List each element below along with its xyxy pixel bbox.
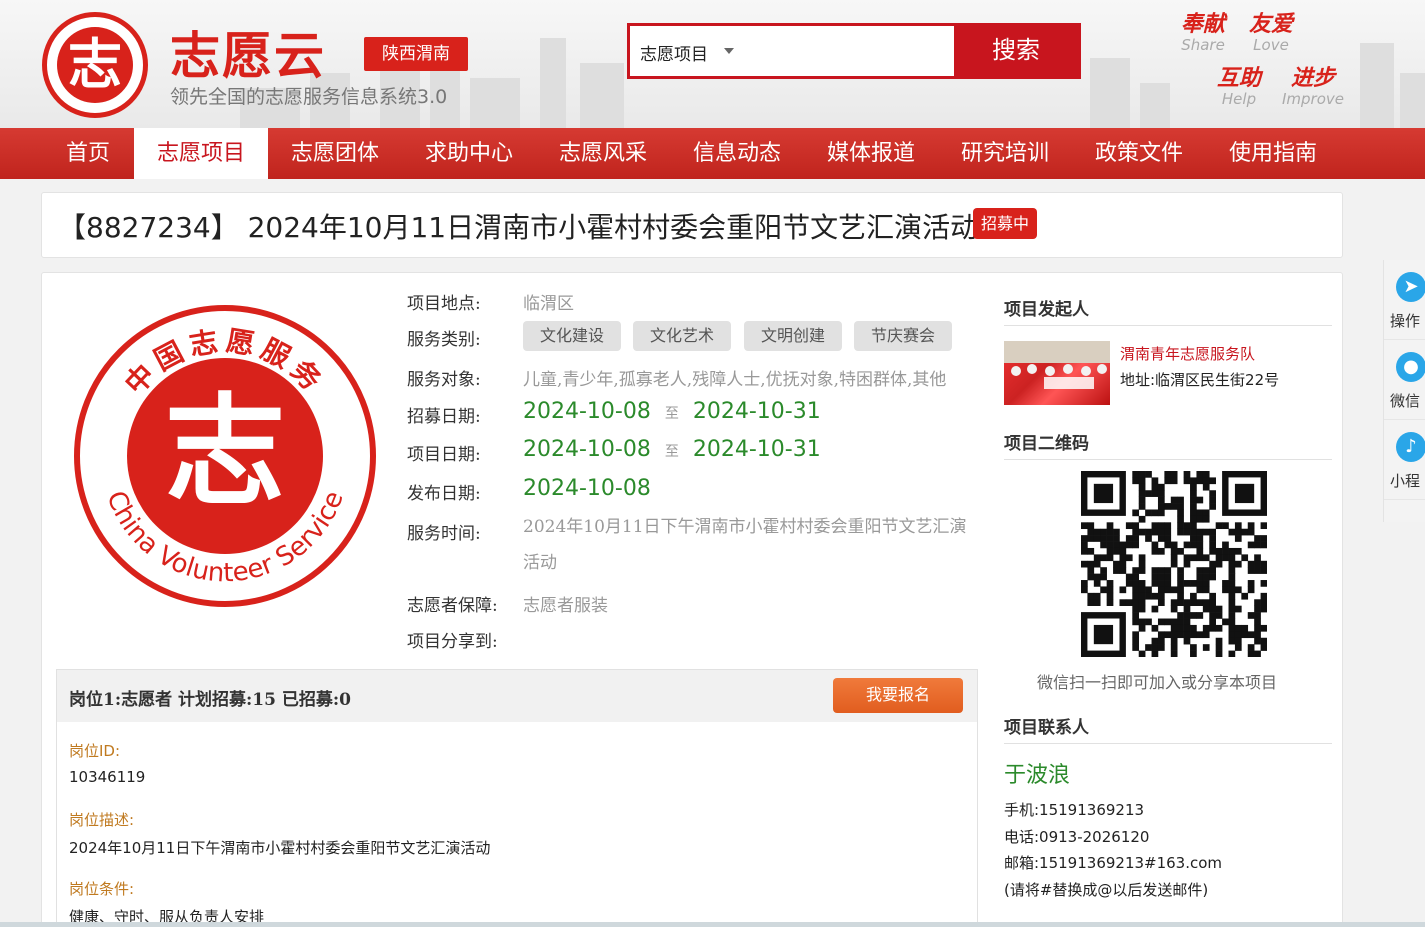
- service-time-value: 2024年10月11日下午渭南市小霍村村委会重阳节文艺汇演活动: [523, 517, 967, 573]
- nav-media[interactable]: 媒体报道: [812, 128, 930, 179]
- project-start-date: 2024-10-08: [523, 437, 651, 462]
- nav-guide[interactable]: 使用指南: [1214, 128, 1332, 179]
- contact-email: 邮箱:15191369213#163.com: [1004, 854, 1223, 872]
- contact-tel: 电话:0913-2026120: [1004, 828, 1150, 846]
- site-logo[interactable]: 志: [42, 12, 148, 118]
- qr-caption: 微信扫一扫即可加入或分享本项目: [1037, 673, 1278, 692]
- position-card: 岗位1:志愿者 计划招募:15 已招募:0 我要报名 岗位ID: 1034611…: [56, 669, 978, 927]
- position-description: 2024年10月11日下午渭南市小霍村村委会重阳节文艺汇演活动: [69, 839, 491, 857]
- org-address: 地址:临渭区民生街22号: [1120, 371, 1280, 389]
- project-title-bar: 【8827234】 2024年10月11日渭南市小霍村村委会重阳节文艺汇演活动 …: [41, 192, 1343, 258]
- position-header: 岗位1:志愿者 计划招募:15 已招募:0 我要报名: [57, 670, 977, 722]
- site-subtitle: 领先全国的志愿服务信息系统3.0: [170, 86, 448, 108]
- status-badge: 招募中: [973, 208, 1038, 239]
- main-nav: 首页 志愿项目 志愿团体 求助中心 志愿风采 信息动态 媒体报道 研究培训 政策…: [0, 128, 1425, 179]
- float-operate[interactable]: ➤ 操作: [1384, 260, 1425, 340]
- float-wechat[interactable]: ● 微信: [1384, 340, 1425, 420]
- nav-policy[interactable]: 政策文件: [1080, 128, 1198, 179]
- qr-title: 项目二维码: [1004, 434, 1089, 454]
- region-button[interactable]: 陕西渭南: [364, 37, 468, 71]
- mini-program-icon: ♪: [1396, 432, 1425, 462]
- wechat-icon: ●: [1396, 352, 1425, 382]
- page-title: 【8827234】 2024年10月11日渭南市小霍村村委会重阳节文艺汇演活动: [58, 211, 979, 244]
- search-type-select[interactable]: 志愿项目: [640, 40, 708, 65]
- target-value: 儿童,青少年,孤寡老人,残障人士,优抚对象,特困群体,其他: [523, 370, 947, 390]
- contact-email-note: (请将#替换成@以后发送邮件): [1004, 881, 1209, 899]
- paper-plane-icon: ➤: [1396, 272, 1425, 302]
- search-box: 志愿项目 搜索: [627, 23, 1081, 79]
- nav-training[interactable]: 研究培训: [946, 128, 1064, 179]
- category-tag[interactable]: 节庆赛会: [854, 321, 953, 351]
- project-detail-panel: 志 中国志愿服务 China Volunteer Service 项目地点: 临…: [41, 272, 1343, 927]
- site-title: 志愿云: [170, 27, 326, 85]
- logo-mark: 志: [57, 27, 133, 103]
- contact-phone: 手机:15191369213: [1004, 801, 1145, 819]
- project-end-date: 2024-10-31: [692, 437, 821, 462]
- position-id: 10346119: [69, 768, 146, 786]
- category-tag[interactable]: 文化艺术: [633, 321, 732, 351]
- nav-news[interactable]: 信息动态: [678, 128, 796, 179]
- recruit-end-date: 2024-10-31: [692, 399, 821, 424]
- nav-projects[interactable]: 志愿项目: [134, 128, 268, 179]
- values-slogan: 奉献 Share 友爱 Love 互助 Help 进步 Improve: [1170, 6, 1360, 108]
- value-share: 奉献 Share: [1180, 12, 1225, 54]
- nav-groups[interactable]: 志愿团体: [276, 128, 394, 179]
- svg-text:志: 志: [165, 381, 285, 522]
- position-summary: 岗位1:志愿者 计划招募:15 已招募:0: [69, 690, 351, 710]
- nav-help-center[interactable]: 求助中心: [410, 128, 528, 179]
- nav-showcase[interactable]: 志愿风采: [544, 128, 662, 179]
- china-volunteer-logo: 志 中国志愿服务 China Volunteer Service: [74, 305, 376, 607]
- contact-name: 于波浪: [1004, 763, 1071, 788]
- value-improve: 进步 Improve: [1281, 66, 1344, 108]
- category-tag[interactable]: 文明创建: [744, 321, 843, 351]
- publish-date: 2024-10-08: [523, 476, 651, 501]
- location-value: 临渭区: [523, 294, 574, 314]
- floating-toolbar: ➤ 操作 ● 微信 ♪ 小程: [1383, 260, 1425, 522]
- org-name-link[interactable]: 渭南青年志愿服务队: [1120, 343, 1255, 364]
- value-love: 友爱 Love: [1248, 12, 1293, 54]
- signup-button[interactable]: 我要报名: [833, 678, 963, 713]
- chevron-down-icon[interactable]: [724, 48, 734, 54]
- guarantee-value: 志愿者服装: [523, 596, 608, 616]
- project-sidebar: 项目发起人 渭南青年志愿服务队 地址:临渭区民生街22号 项目二维码 微信扫一扫…: [1004, 273, 1332, 927]
- initiator-title: 项目发起人: [1004, 300, 1089, 320]
- qr-code: [1081, 471, 1267, 657]
- value-help: 互助 Help: [1216, 66, 1261, 108]
- category-tag[interactable]: 文化建设: [523, 321, 622, 351]
- site-header: 志 志愿云 领先全国的志愿服务信息系统3.0 陕西渭南 志愿项目 搜索 奉献 S…: [0, 0, 1425, 128]
- float-mini-program[interactable]: ♪ 小程: [1384, 420, 1425, 500]
- recruit-start-date: 2024-10-08: [523, 399, 651, 424]
- bottom-strip: [0, 922, 1425, 927]
- org-photo[interactable]: [1004, 341, 1110, 405]
- search-input[interactable]: [752, 32, 952, 70]
- contact-title: 项目联系人: [1004, 718, 1089, 738]
- search-button[interactable]: 搜索: [954, 26, 1078, 76]
- nav-home[interactable]: 首页: [50, 128, 126, 179]
